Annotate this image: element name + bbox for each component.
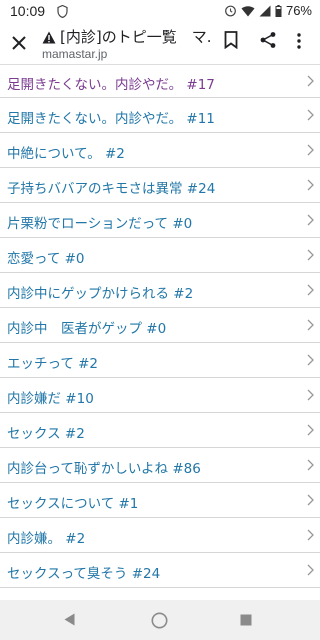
chevron-right-icon [307,319,314,331]
topic-link[interactable]: セックス #2 [7,422,85,442]
battery-icon [275,4,282,17]
topic-link[interactable]: セックスについて #1 [7,492,138,512]
chevron-right-icon [307,424,314,436]
wifi-icon [241,5,255,16]
topic-row[interactable]: 内診嫌。 #2 [0,518,320,553]
status-icons: 76% [224,3,312,18]
topic-link[interactable]: 中絶について。 #2 [7,142,125,162]
chevron-right-icon [307,354,314,366]
alarm-icon [225,5,236,17]
chevron-right-icon [307,389,314,401]
chevron-right-icon [307,109,314,121]
more-options-icon[interactable] [296,32,302,50]
topic-row[interactable]: セックスって臭そう #24 [0,553,320,588]
topic-row[interactable]: 足開きたくない。内診やだ。 #17 [0,64,320,98]
topic-link[interactable]: エッチって #2 [7,352,98,372]
topic-row[interactable]: 内診台って恥ずかしいよね #86 [0,448,320,483]
page-title[interactable]: [内診]のトピ一覧 マ... [60,26,210,47]
chevron-right-icon [307,144,314,156]
chevron-right-icon [307,564,314,576]
close-icon[interactable] [8,32,30,54]
browser-toolbar: [内診]のトピ一覧 マ... mamastar.jp [0,24,320,65]
topic-link[interactable]: 内診嫌だ #10 [7,387,94,407]
page-url[interactable]: mamastar.jp [42,47,107,61]
warning-icon [42,31,56,44]
android-navigation-bar [0,600,320,640]
chevron-right-icon [307,249,314,261]
topic-row[interactable]: 子持ちババアのキモさは異常 #24 [0,168,320,203]
chevron-right-icon [307,494,314,506]
battery-percent: 76% [285,3,312,18]
topic-row[interactable]: 内診中 医者がゲップ #0 [0,308,320,343]
signal-icon [259,5,271,16]
chevron-right-icon [307,179,314,191]
share-icon[interactable] [259,31,277,49]
topic-row[interactable]: セックス #2 [0,413,320,448]
topic-link[interactable]: 内診中 医者がゲップ #0 [7,317,166,337]
topic-row[interactable]: 片栗粉でローションだって #0 [0,203,320,238]
topic-row[interactable]: セックスについて #1 [0,483,320,518]
topic-row[interactable]: 足開きたくない。内診やだ。 #11 [0,98,320,133]
topic-link[interactable]: 恋愛って #0 [7,247,85,267]
status-bar: 10:09 76% [0,0,320,24]
back-icon[interactable] [64,613,75,626]
topic-link[interactable]: 足開きたくない。内診やだ。 #11 [7,107,215,127]
topic-row[interactable]: 内診嫌だ #10 [0,378,320,413]
topic-link[interactable]: 内診台って恥ずかしいよね #86 [7,457,201,477]
bookmark-icon[interactable] [224,31,238,49]
topic-link[interactable]: 片栗粉でローションだって #0 [7,212,192,232]
shield-icon [57,5,68,18]
topic-link[interactable]: 内診嫌。 #2 [7,527,85,547]
topic-row[interactable]: 内診中にゲップかけられる #2 [0,273,320,308]
topic-row[interactable]: エッチって #2 [0,343,320,378]
status-time: 10:09 [10,3,46,19]
topic-row[interactable]: 中絶について。 #2 [0,133,320,168]
chevron-right-icon [307,529,314,541]
topic-row[interactable]: 恋愛って #0 [0,238,320,273]
chevron-right-icon [307,75,314,87]
chevron-right-icon [307,214,314,226]
topic-list: 足開きたくない。内診やだ。 #17 足開きたくない。内診やだ。 #11 中絶につ… [0,64,320,588]
recents-icon[interactable] [240,614,252,626]
chevron-right-icon [307,284,314,296]
home-icon[interactable] [151,612,168,629]
chevron-right-icon [307,459,314,471]
topic-link[interactable]: 子持ちババアのキモさは異常 #24 [7,177,215,197]
topic-link[interactable]: 内診中にゲップかけられる #2 [7,282,193,302]
topic-link[interactable]: セックスって臭そう #24 [7,562,160,582]
topic-link[interactable]: 足開きたくない。内診やだ。 #17 [7,73,215,93]
